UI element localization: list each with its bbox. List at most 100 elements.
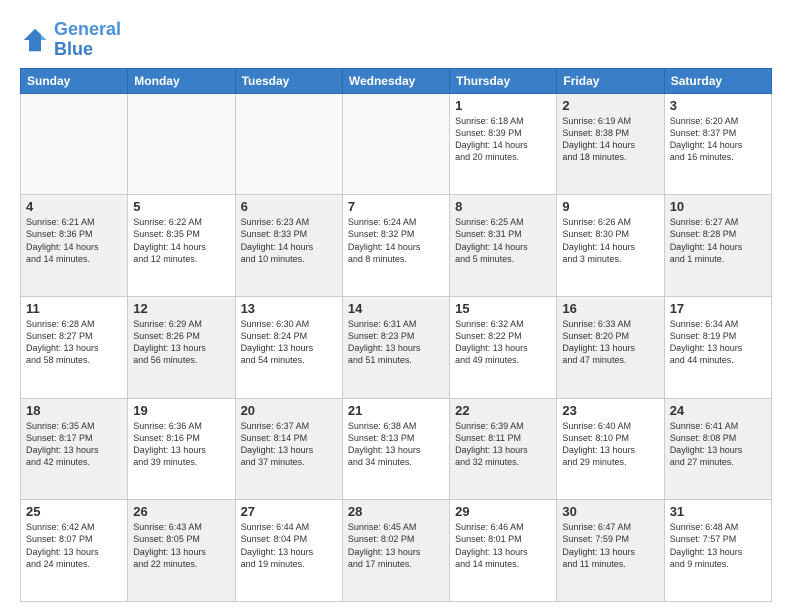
day-info: Sunrise: 6:42 AM Sunset: 8:07 PM Dayligh… bbox=[26, 521, 122, 570]
day-info: Sunrise: 6:28 AM Sunset: 8:27 PM Dayligh… bbox=[26, 318, 122, 367]
calendar-table: SundayMondayTuesdayWednesdayThursdayFrid… bbox=[20, 68, 772, 602]
day-info: Sunrise: 6:48 AM Sunset: 7:57 PM Dayligh… bbox=[670, 521, 766, 570]
day-info: Sunrise: 6:19 AM Sunset: 8:38 PM Dayligh… bbox=[562, 115, 658, 164]
day-info: Sunrise: 6:21 AM Sunset: 8:36 PM Dayligh… bbox=[26, 216, 122, 265]
calendar-cell bbox=[128, 93, 235, 195]
day-number: 24 bbox=[670, 403, 766, 418]
day-info: Sunrise: 6:24 AM Sunset: 8:32 PM Dayligh… bbox=[348, 216, 444, 265]
calendar-cell: 21 Sunrise: 6:38 AM Sunset: 8:13 PM Dayli… bbox=[342, 398, 449, 500]
day-number: 8 bbox=[455, 199, 551, 214]
calendar-cell: 4 Sunrise: 6:21 AM Sunset: 8:36 PM Daylig… bbox=[21, 195, 128, 297]
calendar-cell bbox=[235, 93, 342, 195]
day-number: 19 bbox=[133, 403, 229, 418]
day-number: 7 bbox=[348, 199, 444, 214]
day-number: 14 bbox=[348, 301, 444, 316]
day-number: 15 bbox=[455, 301, 551, 316]
calendar-cell: 18 Sunrise: 6:35 AM Sunset: 8:17 PM Dayli… bbox=[21, 398, 128, 500]
calendar-cell bbox=[21, 93, 128, 195]
logo-icon bbox=[20, 25, 50, 55]
day-info: Sunrise: 6:32 AM Sunset: 8:22 PM Dayligh… bbox=[455, 318, 551, 367]
day-info: Sunrise: 6:43 AM Sunset: 8:05 PM Dayligh… bbox=[133, 521, 229, 570]
calendar-cell: 29 Sunrise: 6:46 AM Sunset: 8:01 PM Dayli… bbox=[450, 500, 557, 602]
weekday-header-tuesday: Tuesday bbox=[235, 68, 342, 93]
calendar-cell: 22Sunrise: 6:39 AM Sunset: 8:11 PM Dayli… bbox=[450, 398, 557, 500]
weekday-header-friday: Friday bbox=[557, 68, 664, 93]
calendar-cell: 23 Sunrise: 6:40 AM Sunset: 8:10 PM Dayli… bbox=[557, 398, 664, 500]
week-row-5: 25Sunrise: 6:42 AM Sunset: 8:07 PM Dayli… bbox=[21, 500, 772, 602]
logo-text: General Blue bbox=[54, 20, 121, 60]
day-info: Sunrise: 6:35 AM Sunset: 8:17 PM Dayligh… bbox=[26, 420, 122, 469]
calendar-cell: 26 Sunrise: 6:43 AM Sunset: 8:05 PM Dayli… bbox=[128, 500, 235, 602]
day-number: 21 bbox=[348, 403, 444, 418]
day-info: Sunrise: 6:33 AM Sunset: 8:20 PM Dayligh… bbox=[562, 318, 658, 367]
day-info: Sunrise: 6:37 AM Sunset: 8:14 PM Dayligh… bbox=[241, 420, 337, 469]
calendar-cell: 20 Sunrise: 6:37 AM Sunset: 8:14 PM Dayli… bbox=[235, 398, 342, 500]
calendar-cell: 2 Sunrise: 6:19 AM Sunset: 8:38 PM Daylig… bbox=[557, 93, 664, 195]
day-info: Sunrise: 6:20 AM Sunset: 8:37 PM Dayligh… bbox=[670, 115, 766, 164]
day-info: Sunrise: 6:36 AM Sunset: 8:16 PM Dayligh… bbox=[133, 420, 229, 469]
day-info: Sunrise: 6:46 AM Sunset: 8:01 PM Dayligh… bbox=[455, 521, 551, 570]
day-number: 10 bbox=[670, 199, 766, 214]
day-info: Sunrise: 6:30 AM Sunset: 8:24 PM Dayligh… bbox=[241, 318, 337, 367]
day-info: Sunrise: 6:23 AM Sunset: 8:33 PM Dayligh… bbox=[241, 216, 337, 265]
weekday-header-thursday: Thursday bbox=[450, 68, 557, 93]
day-number: 13 bbox=[241, 301, 337, 316]
day-number: 16 bbox=[562, 301, 658, 316]
calendar-cell: 14 Sunrise: 6:31 AM Sunset: 8:23 PM Dayli… bbox=[342, 296, 449, 398]
calendar-cell: 11 Sunrise: 6:28 AM Sunset: 8:27 PM Dayli… bbox=[21, 296, 128, 398]
day-number: 5 bbox=[133, 199, 229, 214]
day-info: Sunrise: 6:31 AM Sunset: 8:23 PM Dayligh… bbox=[348, 318, 444, 367]
calendar-cell bbox=[342, 93, 449, 195]
calendar-cell: 8 Sunrise: 6:25 AM Sunset: 8:31 PM Daylig… bbox=[450, 195, 557, 297]
week-row-2: 4 Sunrise: 6:21 AM Sunset: 8:36 PM Daylig… bbox=[21, 195, 772, 297]
day-info: Sunrise: 6:18 AM Sunset: 8:39 PM Dayligh… bbox=[455, 115, 551, 164]
calendar-cell: 10Sunrise: 6:27 AM Sunset: 8:28 PM Dayli… bbox=[664, 195, 771, 297]
day-info: Sunrise: 6:44 AM Sunset: 8:04 PM Dayligh… bbox=[241, 521, 337, 570]
day-info: Sunrise: 6:22 AM Sunset: 8:35 PM Dayligh… bbox=[133, 216, 229, 265]
calendar-cell: 24Sunrise: 6:41 AM Sunset: 8:08 PM Dayli… bbox=[664, 398, 771, 500]
day-number: 12 bbox=[133, 301, 229, 316]
day-number: 20 bbox=[241, 403, 337, 418]
day-number: 23 bbox=[562, 403, 658, 418]
weekday-header-wednesday: Wednesday bbox=[342, 68, 449, 93]
calendar-cell: 13 Sunrise: 6:30 AM Sunset: 8:24 PM Dayli… bbox=[235, 296, 342, 398]
day-number: 26 bbox=[133, 504, 229, 519]
day-info: Sunrise: 6:26 AM Sunset: 8:30 PM Dayligh… bbox=[562, 216, 658, 265]
day-number: 31 bbox=[670, 504, 766, 519]
day-info: Sunrise: 6:25 AM Sunset: 8:31 PM Dayligh… bbox=[455, 216, 551, 265]
calendar-cell: 5 Sunrise: 6:22 AM Sunset: 8:35 PM Daylig… bbox=[128, 195, 235, 297]
calendar-cell: 30Sunrise: 6:47 AM Sunset: 7:59 PM Dayli… bbox=[557, 500, 664, 602]
calendar-cell: 15 Sunrise: 6:32 AM Sunset: 8:22 PM Dayli… bbox=[450, 296, 557, 398]
day-info: Sunrise: 6:34 AM Sunset: 8:19 PM Dayligh… bbox=[670, 318, 766, 367]
day-number: 1 bbox=[455, 98, 551, 113]
weekday-header-monday: Monday bbox=[128, 68, 235, 93]
day-number: 11 bbox=[26, 301, 122, 316]
day-number: 18 bbox=[26, 403, 122, 418]
day-number: 30 bbox=[562, 504, 658, 519]
calendar-cell: 27Sunrise: 6:44 AM Sunset: 8:04 PM Dayli… bbox=[235, 500, 342, 602]
calendar-cell: 1 Sunrise: 6:18 AM Sunset: 8:39 PM Daylig… bbox=[450, 93, 557, 195]
day-info: Sunrise: 6:38 AM Sunset: 8:13 PM Dayligh… bbox=[348, 420, 444, 469]
calendar-cell: 7 Sunrise: 6:24 AM Sunset: 8:32 PM Daylig… bbox=[342, 195, 449, 297]
day-number: 4 bbox=[26, 199, 122, 214]
day-number: 29 bbox=[455, 504, 551, 519]
header: General Blue bbox=[20, 20, 772, 60]
weekday-header-saturday: Saturday bbox=[664, 68, 771, 93]
day-info: Sunrise: 6:39 AM Sunset: 8:11 PM Dayligh… bbox=[455, 420, 551, 469]
calendar-cell: 31 Sunrise: 6:48 AM Sunset: 7:57 PM Dayli… bbox=[664, 500, 771, 602]
day-number: 3 bbox=[670, 98, 766, 113]
week-row-1: 1 Sunrise: 6:18 AM Sunset: 8:39 PM Daylig… bbox=[21, 93, 772, 195]
day-number: 9 bbox=[562, 199, 658, 214]
calendar-cell: 16 Sunrise: 6:33 AM Sunset: 8:20 PM Dayli… bbox=[557, 296, 664, 398]
logo: General Blue bbox=[20, 20, 121, 60]
calendar-cell: 17 Sunrise: 6:34 AM Sunset: 8:19 PM Dayli… bbox=[664, 296, 771, 398]
calendar-cell: 19 Sunrise: 6:36 AM Sunset: 8:16 PM Dayli… bbox=[128, 398, 235, 500]
calendar-cell: 12 Sunrise: 6:29 AM Sunset: 8:26 PM Dayli… bbox=[128, 296, 235, 398]
day-info: Sunrise: 6:29 AM Sunset: 8:26 PM Dayligh… bbox=[133, 318, 229, 367]
day-number: 17 bbox=[670, 301, 766, 316]
calendar-cell: 6Sunrise: 6:23 AM Sunset: 8:33 PM Daylig… bbox=[235, 195, 342, 297]
day-number: 2 bbox=[562, 98, 658, 113]
day-info: Sunrise: 6:40 AM Sunset: 8:10 PM Dayligh… bbox=[562, 420, 658, 469]
calendar-cell: 9 Sunrise: 6:26 AM Sunset: 8:30 PM Daylig… bbox=[557, 195, 664, 297]
calendar-cell: 25Sunrise: 6:42 AM Sunset: 8:07 PM Dayli… bbox=[21, 500, 128, 602]
